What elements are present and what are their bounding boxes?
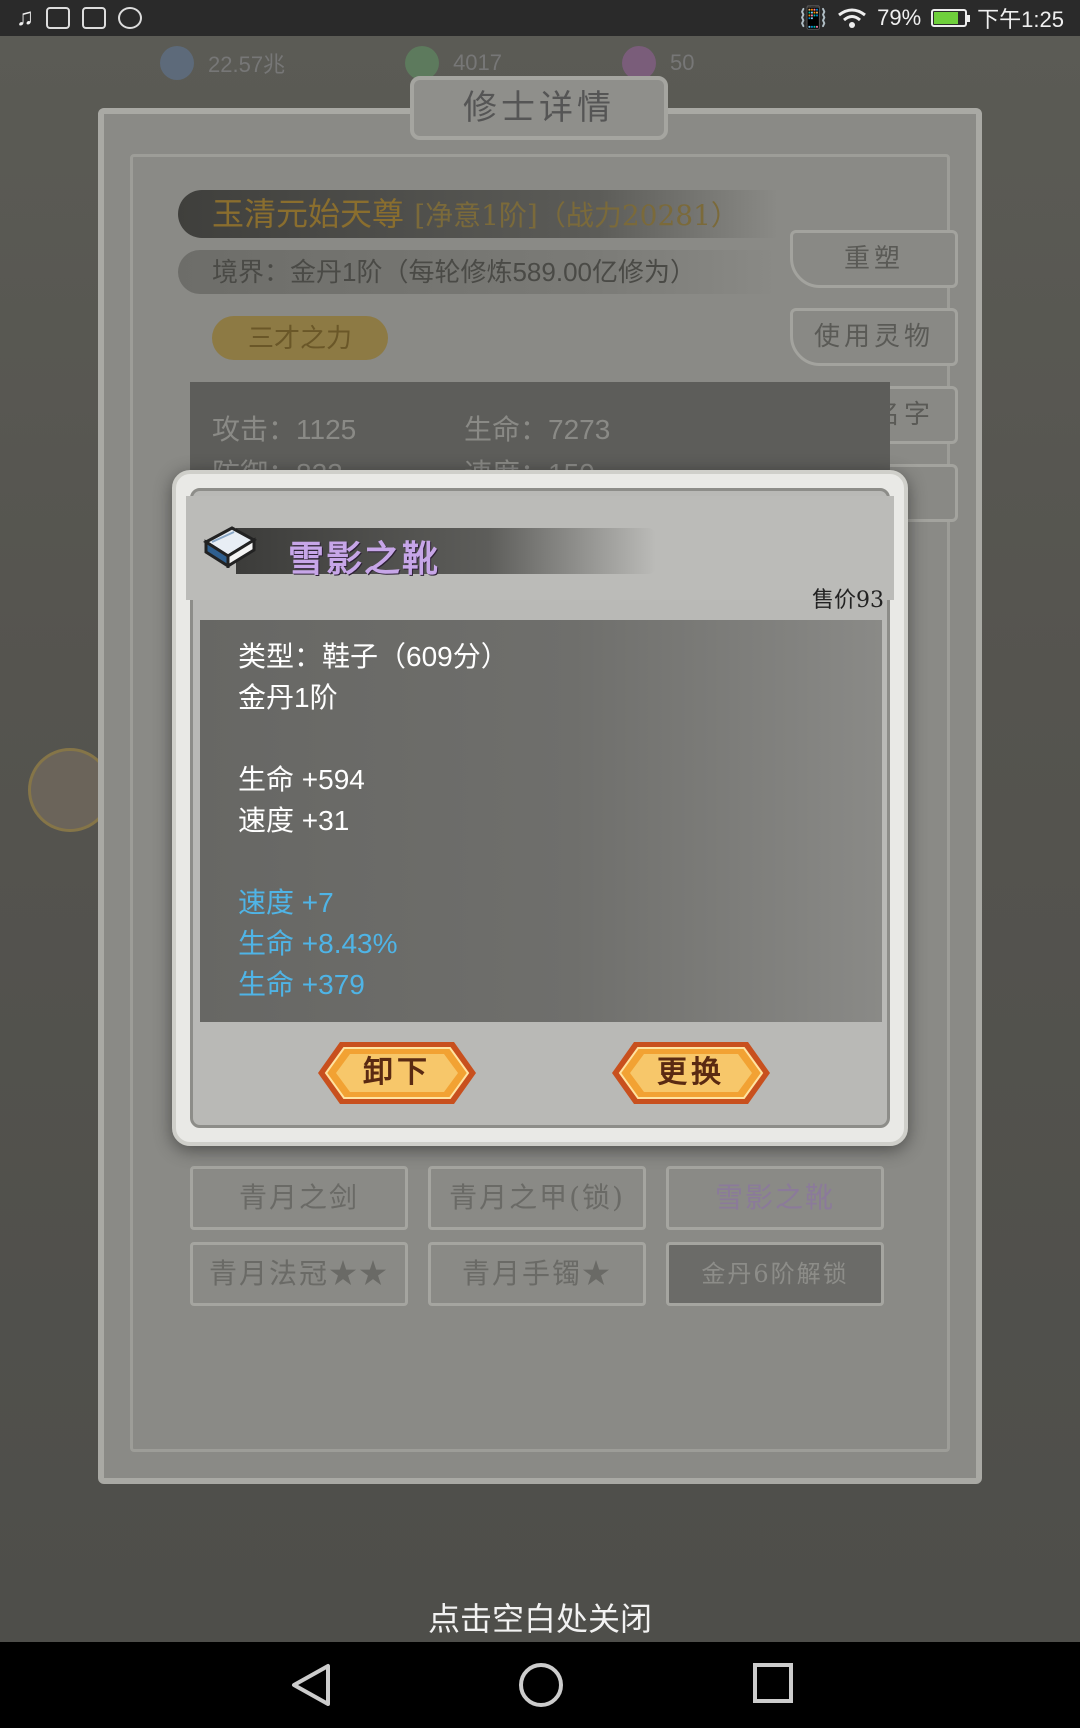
equip-slot-locked: 金丹6阶解锁 [666, 1242, 884, 1306]
navigation-bar [0, 1642, 1080, 1728]
item-price: 售价93 [812, 588, 884, 613]
spirit-stone-icon [405, 46, 440, 80]
resource-talent: 50 [622, 46, 695, 80]
cultivator-name-ribbon: 玉清元始天尊 [净意1阶]（战力20281） [178, 190, 778, 238]
equip-slot-weapon[interactable]: 青月之剑 [190, 1166, 408, 1230]
battery-percent: 79% [877, 5, 922, 30]
resource-spirit-stone: 4017 [405, 46, 502, 80]
cultivation-icon [160, 46, 194, 80]
use-spirit-item-button[interactable]: 使用灵物 [790, 308, 958, 366]
cultivator-name: 玉清元始天尊 [212, 195, 405, 233]
close-hint[interactable]: 点击空白处关闭 [0, 1594, 1080, 1640]
item-detail-popup: 雪影之靴 售价93 类型：鞋子（609分） 金丹1阶 生命 +594 速度 +3… [172, 470, 908, 1146]
resource-cultivation: 22.57兆 [160, 46, 285, 80]
stat-attack: 攻击：1125 [212, 414, 357, 445]
item-realm: 金丹1阶 [238, 682, 338, 713]
bonus-stat: 速度 +7 [238, 887, 334, 918]
cultivator-power: [净意1阶]（战力20281） [414, 199, 739, 232]
bonus-stat: 生命 +379 [238, 969, 365, 1000]
item-stats-body: 类型：鞋子（609分） 金丹1阶 生命 +594 速度 +31 速度 +7 生命… [200, 620, 882, 1022]
image-icon [46, 7, 70, 29]
battery-icon [931, 9, 971, 27]
app-notification-icon [118, 7, 142, 29]
resource-value: 50 [670, 50, 695, 75]
vibrate-icon: 📳 [799, 5, 828, 30]
clock: 下午1:25 [977, 7, 1064, 32]
equip-slot-boots[interactable]: 雪影之靴 [666, 1166, 884, 1230]
realm-text: 境界：金丹1阶（每轮修炼589.00亿修为） [178, 250, 778, 294]
equip-slot-bracelet[interactable]: 青月手镯★ [428, 1242, 646, 1306]
wifi-icon [838, 8, 867, 28]
base-stat: 速度 +31 [238, 805, 350, 836]
status-bar: ♫ 📳 79% 下午1:25 [0, 0, 1080, 36]
stat-hp: 生命：7273 [464, 414, 611, 445]
back-icon[interactable] [288, 1662, 332, 1708]
replace-label: 更换 [657, 1055, 725, 1090]
keyboard-icon [82, 7, 106, 29]
home-icon[interactable] [518, 1662, 564, 1708]
item-title: 雪影之靴 [288, 538, 441, 580]
music-note-icon: ♫ [16, 4, 34, 31]
replace-button[interactable]: 更换 [610, 1040, 772, 1106]
item-type: 类型：鞋子（609分） [238, 641, 509, 672]
unequip-button[interactable]: 卸下 [316, 1040, 478, 1106]
talent-icon [622, 46, 657, 80]
panel-title: 修士详情 [410, 76, 668, 140]
recent-apps-icon[interactable] [752, 1662, 794, 1704]
stats-block: 攻击：1125 生命：7273 防御：822 速度：150 [190, 382, 890, 489]
resource-value: 4017 [453, 50, 503, 75]
bonus-stat: 生命 +8.43% [238, 928, 398, 959]
reshape-button[interactable]: 重塑 [790, 230, 958, 288]
resource-value: 22.57兆 [208, 52, 286, 77]
book-icon [203, 526, 257, 568]
unequip-label: 卸下 [363, 1055, 431, 1090]
equip-slot-crown[interactable]: 青月法冠★★ [190, 1242, 408, 1306]
equip-slot-armor[interactable]: 青月之甲(锁) [428, 1166, 646, 1230]
sancai-button[interactable]: 三才之力 [212, 316, 388, 360]
base-stat: 生命 +594 [238, 764, 365, 795]
